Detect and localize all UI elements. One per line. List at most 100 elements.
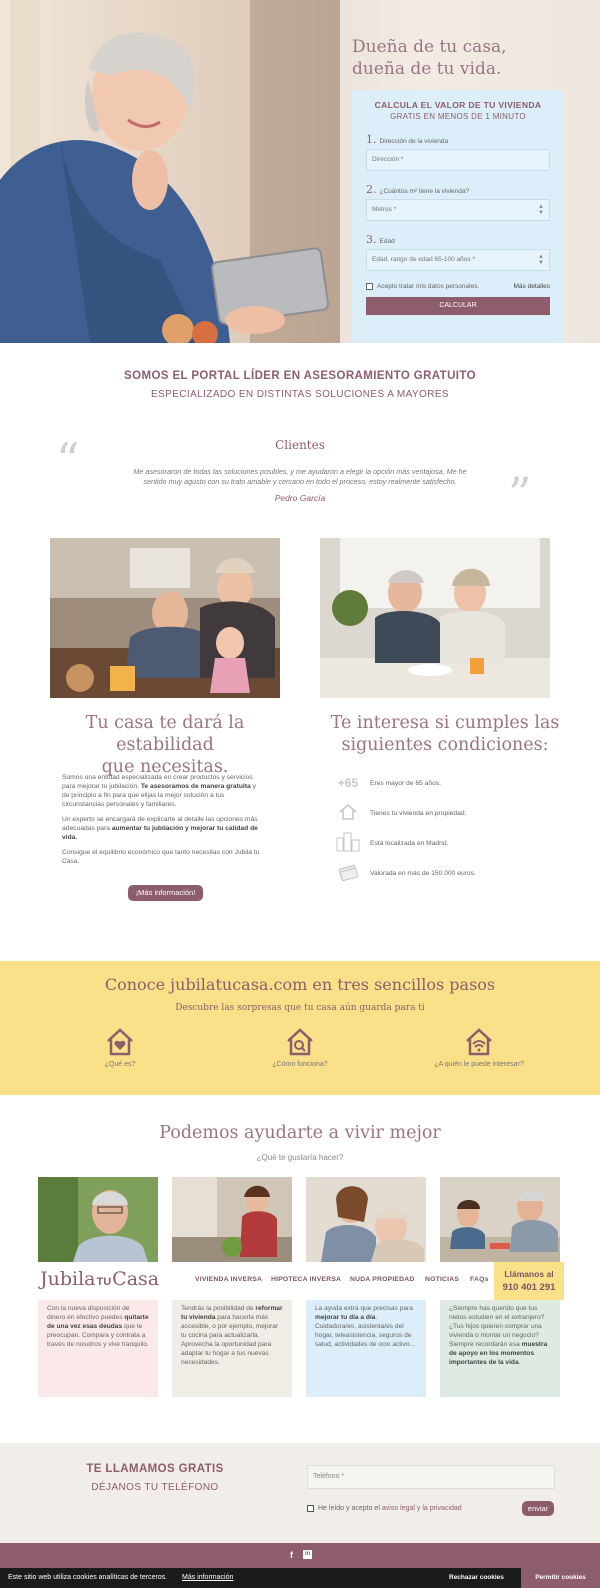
grandpa-boy-photo [440, 1177, 560, 1262]
nav-vivienda-inversa[interactable]: VIVIENDA INVERSA [195, 1276, 262, 1283]
site-logo[interactable]: JubilaTUCasa [40, 1268, 159, 1290]
house-icon [333, 803, 363, 824]
step-number: 3. [366, 233, 377, 246]
age-field-group: 3. Edad Edad, rango de edad 65-100 años *… [366, 233, 550, 271]
consent-label: Acepto tratar mis datos personales. [377, 283, 480, 290]
condition-madrid: Está localizada en Madrid. [333, 832, 563, 854]
more-details-link[interactable]: Más detalles [514, 283, 551, 290]
nav-faqs[interactable]: FAQs [470, 1276, 489, 1283]
condition-text: Valorada en más de 150.000 euros. [370, 869, 476, 877]
buildings-icon [333, 832, 363, 855]
input-placeholder: Edad, rango de edad 65-100 años * [372, 256, 476, 263]
stability-title: Tu casa te dará la estabilidad que neces… [40, 712, 290, 778]
woman-cooking-photo [172, 1177, 292, 1262]
logo-word: Jubila [40, 1268, 96, 1290]
text: Tendrás la posibilidad de [181, 1305, 256, 1312]
step-number: 2. [366, 183, 377, 196]
paragraph: Somos una entidad especializada en crear… [62, 773, 262, 809]
condition-text: Tienes tu vivienda en propiedad. [370, 809, 467, 817]
step-what-is[interactable]: ¿Qué es? [55, 1027, 185, 1068]
testimonial-line: Me asesoraron de todas las soluciones po… [133, 467, 467, 476]
phone-input[interactable]: Teléfono * [307, 1465, 555, 1489]
sqm-field-group: 2. ¿Cuántos m² tiene la vivienda? Metros … [366, 183, 550, 221]
help-card-family[interactable]: ¿Siempre has querido que tus nietos estu… [440, 1300, 560, 1397]
hero-headline: Dueña de tu casa, dueña de tu vida. [352, 36, 592, 80]
age-input[interactable]: Edad, rango de edad 65-100 años * ▲ ▼ [366, 249, 550, 271]
field-label: ¿Cuántos m² tiene la vivienda? [379, 188, 470, 195]
calculate-button[interactable]: CALCULAR [366, 297, 550, 315]
accept-cookies-button[interactable]: Permitir cookies [521, 1568, 600, 1588]
testimonial-heading: Clientes [275, 438, 325, 452]
couple-breakfast-photo [320, 538, 550, 698]
form-subtitle: GRATIS EN MENOS DE 1 MINUTO [390, 112, 526, 121]
input-placeholder: Metros * [372, 206, 397, 213]
intro-subtitle: ESPECIALIZADO EN DISTINTAS SOLUCIONES A … [151, 389, 449, 400]
title-line: siguientes condiciones: [341, 735, 549, 755]
step-how-works[interactable]: ¿Cómo funciona? [235, 1027, 365, 1068]
cookie-text: Este sitio web utiliza cookies analítica… [8, 1574, 168, 1581]
address-field-group: 1. Dirección de la vivienda Dirección * [366, 133, 550, 171]
help-title: Podemos ayudarte a vivir mejor [159, 1123, 441, 1143]
input-placeholder: Dirección * [372, 156, 404, 163]
logo-word: TU [96, 1276, 112, 1288]
sqm-input[interactable]: Metros * ▲ ▼ [366, 199, 550, 221]
call-us-box[interactable]: Llámanos al 910 401 291 [494, 1262, 564, 1300]
help-subtitle: ¿Qué te gustaría hacer? [256, 1153, 344, 1162]
bold-text: mejorar tu día a día [315, 1314, 376, 1321]
reject-cookies-button[interactable]: Rechazar cookies [449, 1574, 504, 1581]
steps-title: Conoce jubilatucasa.com en tres sencillo… [104, 975, 496, 994]
stepper-arrows-icon[interactable]: ▲ ▼ [538, 254, 544, 266]
paragraph: Un experto se encargará de explicarte al… [62, 815, 262, 842]
paragraph: Consigue el equilibrio económico que tan… [62, 849, 260, 865]
step-who[interactable]: ¿A quién le puede interesar? [414, 1027, 544, 1068]
phone-number[interactable]: 910 401 291 [494, 1282, 564, 1293]
steps-subtitle: Descubre las sorpresas que tu casa aún g… [175, 1003, 425, 1013]
hero-photo-woman-tablet [0, 0, 340, 343]
wifi-house-icon [466, 1028, 492, 1056]
money-icon [333, 863, 363, 884]
title-line: Te interesa si cumples las [330, 713, 560, 733]
bold-text: Te asesoramos de manera gratuita [140, 783, 251, 790]
condition-text: Eres mayor de 65 años. [370, 779, 441, 787]
title-line: Tu casa te dará la estabilidad [85, 713, 245, 755]
help-card-reform[interactable]: Tendrás la posibilidad de reformar tu vi… [172, 1300, 292, 1397]
field-label: Edad [379, 238, 395, 245]
more-info-button[interactable]: ¡Más información! [128, 885, 203, 901]
callback-checkbox[interactable] [307, 1505, 314, 1512]
help-card-care[interactable]: La ayuda extra que precisas para mejorar… [306, 1300, 426, 1397]
search-house-icon [287, 1028, 313, 1056]
callback-section: TE LLAMAMOS GRATIS DÉJANOS TU TELÉFONO T… [0, 1443, 600, 1543]
callback-consent: He leído y acepto el aviso legal y la pr… [307, 1505, 462, 1512]
privacy-link[interactable]: aviso legal y la privacidad [382, 1505, 462, 1512]
plus65-icon: +65 [337, 776, 359, 790]
step-label: ¿Qué es? [104, 1061, 136, 1068]
testimonial-text: Me asesoraron de todas las soluciones po… [0, 467, 600, 487]
nav-noticias[interactable]: NOTICIAS [425, 1276, 459, 1283]
step-number: 1. [366, 133, 377, 146]
condition-age: +65 Eres mayor de 65 años. [333, 772, 563, 794]
man-glasses-photo [38, 1177, 158, 1262]
field-label: Dirección de la vivienda [379, 138, 449, 145]
steps-section: Conoce jubilatucasa.com en tres sencillo… [0, 961, 600, 1095]
cookie-more-info-link[interactable]: Más información [182, 1574, 233, 1581]
callback-title: TE LLAMAMOS GRATIS [86, 1463, 224, 1475]
stepper-arrows-icon[interactable]: ▲ ▼ [538, 204, 544, 216]
address-input[interactable]: Dirección * [366, 149, 550, 171]
nav-nuda-propiedad[interactable]: NUDA PROPIEDAD [350, 1276, 414, 1283]
text: Con la nueva disposición de dinero en ef… [47, 1305, 130, 1321]
logo-word: Casa [112, 1268, 160, 1290]
consent-checkbox[interactable] [366, 283, 373, 290]
send-button[interactable]: enviar [522, 1501, 554, 1516]
facebook-icon[interactable]: f [290, 1550, 293, 1560]
condition-text: Está localizada en Madrid. [370, 839, 449, 847]
conditions-title: Te interesa si cumples las siguientes co… [320, 712, 570, 756]
text: La ayuda extra que precisas para [315, 1305, 413, 1312]
caregiver-hug-photo [306, 1177, 426, 1262]
consent-row: Acepto tratar mis datos personales. Más … [366, 283, 550, 290]
family-kitchen-photo [50, 538, 280, 698]
linkedin-icon[interactable]: in [303, 1550, 312, 1559]
help-card-debts[interactable]: Con la nueva disposición de dinero en ef… [38, 1300, 158, 1397]
stability-body: Somos una entidad especializada en crear… [62, 773, 262, 872]
form-title: CALCULA EL VALOR DE TU VIVIENDA [374, 100, 542, 110]
nav-hipoteca-inversa[interactable]: HIPOTECA INVERSA [271, 1276, 341, 1283]
